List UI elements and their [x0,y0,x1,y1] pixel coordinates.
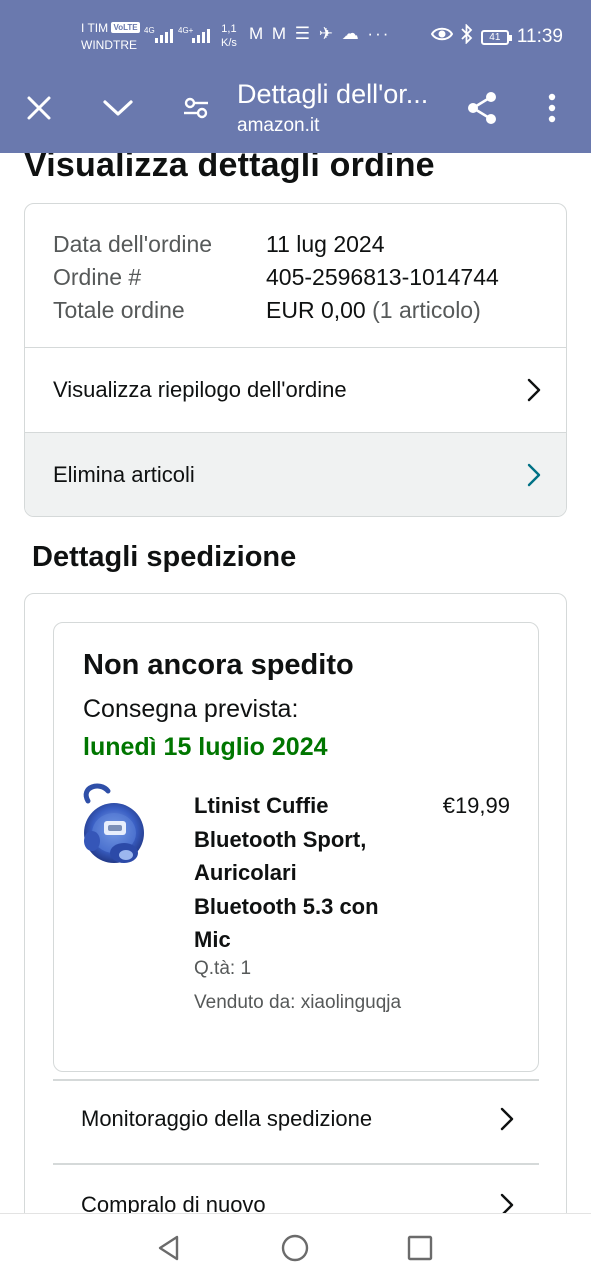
share-icon[interactable] [458,84,506,132]
back-icon[interactable] [151,1230,187,1266]
volte-badge: VoLTE [111,22,140,33]
order-info: Data dell'ordine 11 lug 2024 Ordine # 40… [53,228,499,327]
order-date-label: Data dell'ordine [53,231,213,257]
recent-apps-icon[interactable] [402,1230,438,1266]
product-title[interactable]: Ltinist Cuffie Bluetooth Sport, Auricola… [194,789,404,957]
chevron-down-icon[interactable] [94,84,142,132]
signal-strength-icon-2 [192,27,210,43]
page-url[interactable]: amazon.it [237,114,319,138]
track-shipment-link[interactable]: Monitoraggio della spedizione [53,1077,539,1161]
system-status: 41 11:39 [430,23,563,50]
system-navigation-bar [0,1213,591,1280]
signal-strength-icon [155,27,173,43]
page-title: Visualizza dettagli ordine [24,153,435,184]
expected-delivery-label: Consegna prevista: [83,695,299,723]
page-content: Visualizza dettagli ordine Data dell'ord… [0,153,591,1213]
order-total-amount: EUR 0,00 [266,297,366,323]
chevron-right-icon [527,463,541,487]
order-date-value: 11 lug 2024 [266,231,385,257]
carrier-secondary: WINDTRE [81,38,137,52]
order-total-value: EUR 0,00 (1 articolo) [266,294,481,327]
network-speed-value: 1,1 [221,23,237,35]
page-tab-title[interactable]: Dettagli dell'or... [237,78,428,110]
order-number-value: 405-2596813-1014744 [266,264,499,290]
clock: 11:39 [516,26,563,47]
network-type-1: 4G [144,26,155,35]
order-number-row: Ordine # 405-2596813-1014744 [53,261,499,294]
product-quantity: Q.tà: 1 [194,958,252,979]
product-seller: Venduto da: xiaolinguqja [194,992,402,1013]
eye-icon [430,26,454,48]
network-speed-unit: K/s [221,37,237,49]
notification-icons: M M ☰ ✈ ☁ ··· [249,24,391,43]
close-icon[interactable] [15,84,63,132]
buy-again-link[interactable]: Compralo di nuovo [53,1163,539,1213]
order-total-label: Totale ordine [53,297,185,323]
carrier-primary: I TIM [81,21,109,35]
view-order-summary-label: Visualizza riepilogo dell'ordine [53,377,347,402]
view-order-summary-link[interactable]: Visualizza riepilogo dell'ordine [25,348,566,432]
chevron-right-icon [500,1193,514,1213]
carrier-info: I TIM VoLTE WINDTRE [81,20,140,54]
chevron-right-icon [527,378,541,402]
shipment-card: Non ancora spedito Consegna prevista: lu… [24,593,567,1213]
status-bar: I TIM VoLTE WINDTRE 4G 4G+ 1,1 K/s M M ☰… [0,0,591,70]
shipment-details: Non ancora spedito Consegna prevista: lu… [53,622,539,1072]
order-date-row: Data dell'ordine 11 lug 2024 [53,228,499,261]
order-item-count: (1 articolo) [372,297,481,323]
network-speed: 1,1 K/s [221,22,237,50]
expected-delivery-date: lunedì 15 luglio 2024 [83,733,328,761]
bluetooth-icon [461,23,473,50]
delete-items-label: Elimina articoli [53,462,195,487]
shipping-section-title: Dettagli spedizione [32,541,297,573]
track-shipment-label: Monitoraggio della spedizione [81,1106,373,1131]
browser-toolbar: Dettagli dell'or... amazon.it [0,70,591,153]
home-icon[interactable] [277,1230,313,1266]
order-number-label: Ordine # [53,264,142,290]
buy-again-label: Compralo di nuovo [81,1192,266,1213]
chevron-right-icon [500,1107,514,1131]
shipment-status: Non ancora spedito [83,649,354,681]
product-price: €19,99 [442,793,510,818]
order-total-row: Totale ordine EUR 0,00 (1 articolo) [53,294,499,327]
more-vert-icon[interactable] [528,84,576,132]
order-summary-card: Data dell'ordine 11 lug 2024 Ordine # 40… [24,203,567,517]
page-settings-icon[interactable] [172,84,220,132]
delete-items-link[interactable]: Elimina articoli [25,433,566,516]
product-image[interactable] [78,781,150,877]
battery-icon: 41 [480,29,512,45]
